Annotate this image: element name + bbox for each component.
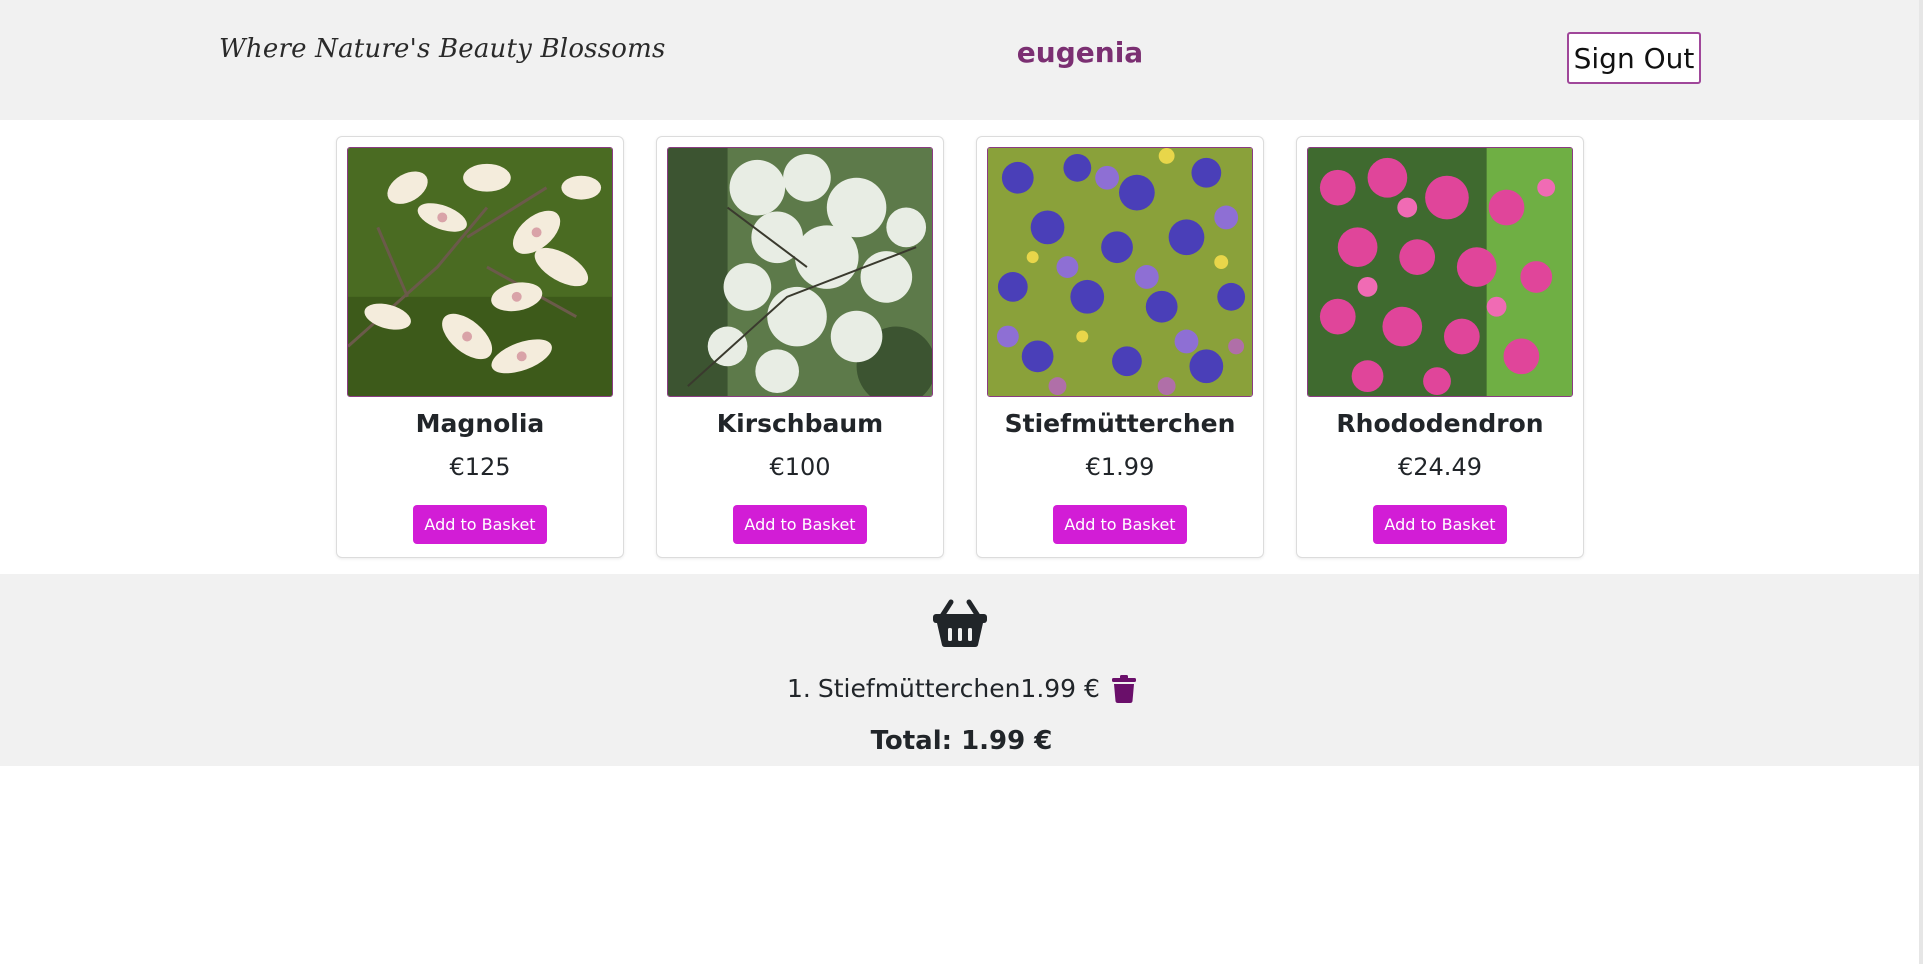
add-to-basket-button[interactable]: Add to Basket xyxy=(733,505,867,544)
product-grid: Magnolia €125 Add to Basket Kirschbaum €… xyxy=(336,136,1584,558)
basket-item-price: 1.99 € xyxy=(1020,674,1100,703)
product-name: Magnolia xyxy=(415,409,545,438)
rhododendron-photo xyxy=(1307,147,1573,397)
product-name: Rhododendron xyxy=(1336,409,1544,438)
product-card-magnolia: Magnolia €125 Add to Basket xyxy=(336,136,624,558)
add-to-basket-button[interactable]: Add to Basket xyxy=(413,505,547,544)
product-price: €125 xyxy=(449,453,511,481)
add-to-basket-button[interactable]: Add to Basket xyxy=(1053,505,1187,544)
basket-item: 1. Stiefmütterchen 1.99 € xyxy=(0,674,1923,703)
basket-icon xyxy=(933,599,987,647)
product-price: €1.99 xyxy=(1085,453,1155,481)
add-to-basket-button[interactable]: Add to Basket xyxy=(1373,505,1507,544)
product-name: Stiefmütterchen xyxy=(1004,409,1236,438)
product-name: Kirschbaum xyxy=(716,409,884,438)
product-price: €100 xyxy=(769,453,831,481)
basket-item-name: Stiefmütterchen xyxy=(817,674,1021,703)
magnolia-photo xyxy=(347,147,613,397)
basket-item-index: 1. xyxy=(787,674,811,703)
product-price: €24.49 xyxy=(1398,453,1482,481)
scrollbar[interactable] xyxy=(1919,0,1923,964)
basket-total: Total: 1.99 € xyxy=(870,726,1053,756)
trash-icon[interactable] xyxy=(1111,674,1136,703)
sign-out-button[interactable]: Sign Out xyxy=(1567,32,1701,84)
product-card-stiefmuetterchen: Stiefmütterchen €1.99 Add to Basket xyxy=(976,136,1264,558)
username-label: eugenia xyxy=(1016,36,1144,69)
pansies-photo xyxy=(987,147,1253,397)
basket-panel: 1. Stiefmütterchen 1.99 € Total: 1.99 € xyxy=(0,574,1923,766)
site-tagline: Where Nature's Beauty Blossoms xyxy=(219,34,666,64)
product-card-kirschbaum: Kirschbaum €100 Add to Basket xyxy=(656,136,944,558)
header-bar: Where Nature's Beauty Blossoms eugenia S… xyxy=(0,0,1923,120)
product-card-rhododendron: Rhododendron €24.49 Add to Basket xyxy=(1296,136,1584,558)
cherry-blossom-photo xyxy=(667,147,933,397)
